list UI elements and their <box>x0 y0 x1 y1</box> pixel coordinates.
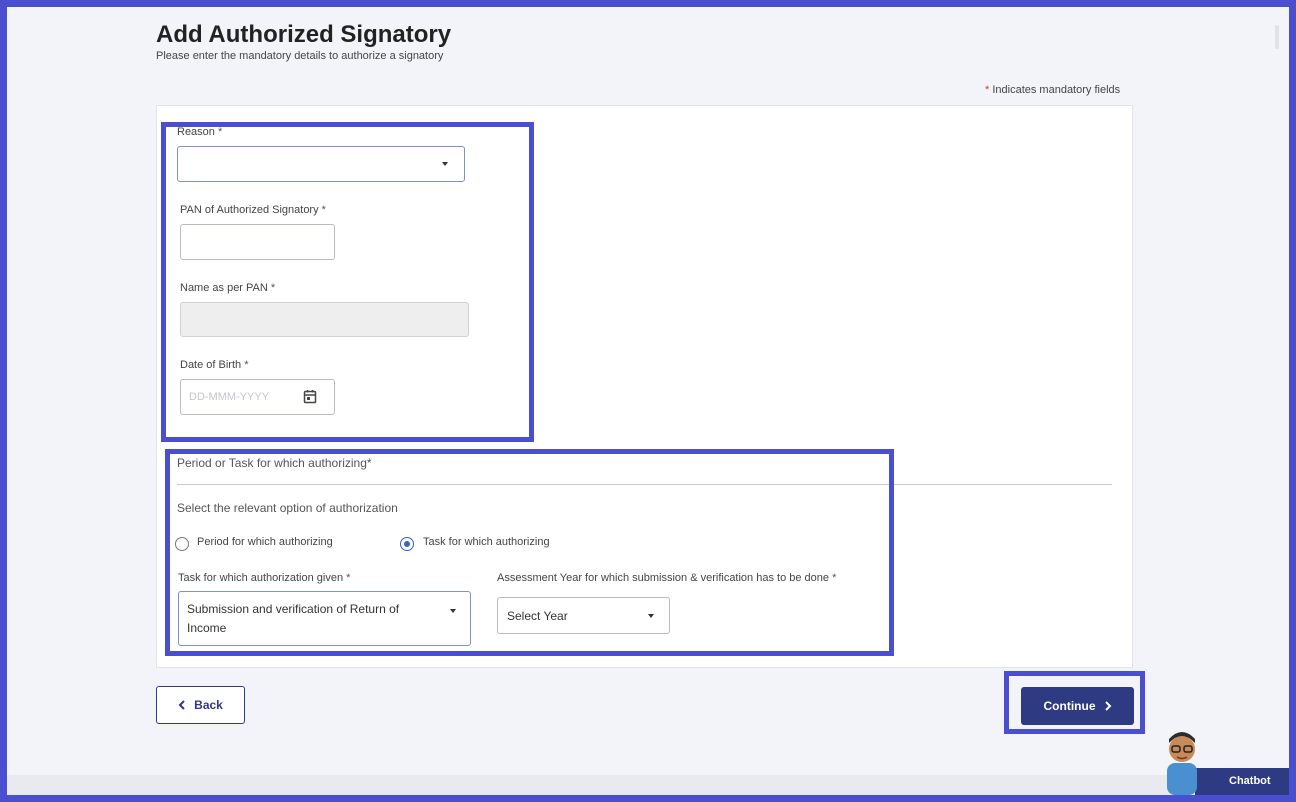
mandatory-note: * Indicates mandatory fields <box>985 84 1120 96</box>
chevron-left-icon <box>178 700 185 710</box>
continue-button-label: Continue <box>1043 699 1096 713</box>
chatbot-avatar-icon[interactable] <box>1153 729 1209 795</box>
page-frame: Add Authorized Signatory Please enter th… <box>7 7 1289 795</box>
back-button-label: Back <box>194 698 223 712</box>
mandatory-note-text: Indicates mandatory fields <box>992 84 1121 96</box>
highlight-signatory-details <box>161 122 534 442</box>
highlight-authorization-section <box>165 449 894 656</box>
footer-strip <box>7 775 1289 795</box>
scrollbar-thumb[interactable] <box>1275 25 1279 49</box>
chatbot-label: Chatbot <box>1229 775 1271 787</box>
back-button[interactable]: Back <box>156 686 245 724</box>
continue-button[interactable]: Continue <box>1021 687 1134 725</box>
mandatory-star: * <box>985 84 990 96</box>
page-subtitle: Please enter the mandatory details to au… <box>156 50 444 62</box>
chatbot-button[interactable]: Chatbot <box>1195 768 1289 795</box>
page-title: Add Authorized Signatory <box>156 21 452 48</box>
chevron-right-icon <box>1104 701 1111 711</box>
